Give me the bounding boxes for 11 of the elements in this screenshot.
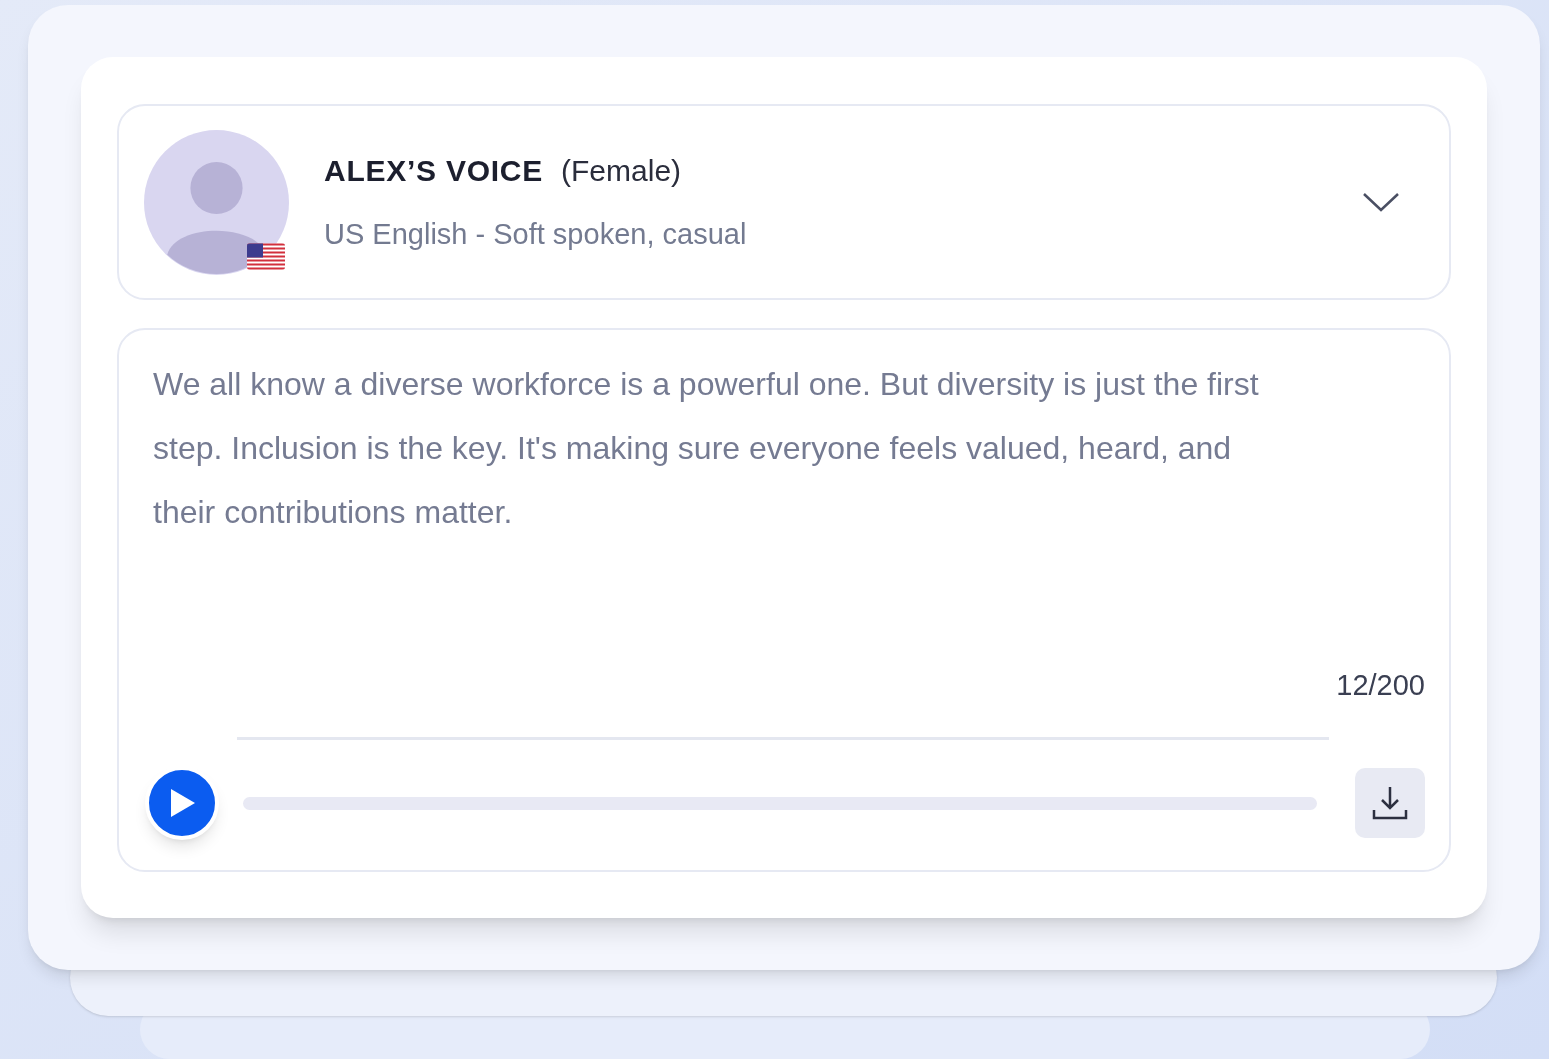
voice-gender: (Female) (561, 152, 682, 189)
script-text[interactable]: We all know a diverse workforce is a powerful one. But diversity is just the first step. Inclusion is the key. It's making sure everyone feels valued, heard, and their contributions matter. (153, 352, 1263, 544)
avatar-silhouette-icon (144, 129, 289, 275)
us-flag-icon (247, 242, 285, 270)
chevron-down-icon[interactable] (1363, 192, 1399, 212)
download-button[interactable] (1355, 768, 1425, 838)
voice-selector[interactable]: ALEX’S VOICE (Female) US English - Soft spoken, casual (117, 104, 1451, 300)
voice-description: US English - Soft spoken, casual (324, 216, 748, 252)
download-icon (1371, 784, 1409, 822)
voice-name: ALEX’S VOICE (324, 152, 544, 189)
character-counter: 12/200 (1336, 667, 1425, 703)
